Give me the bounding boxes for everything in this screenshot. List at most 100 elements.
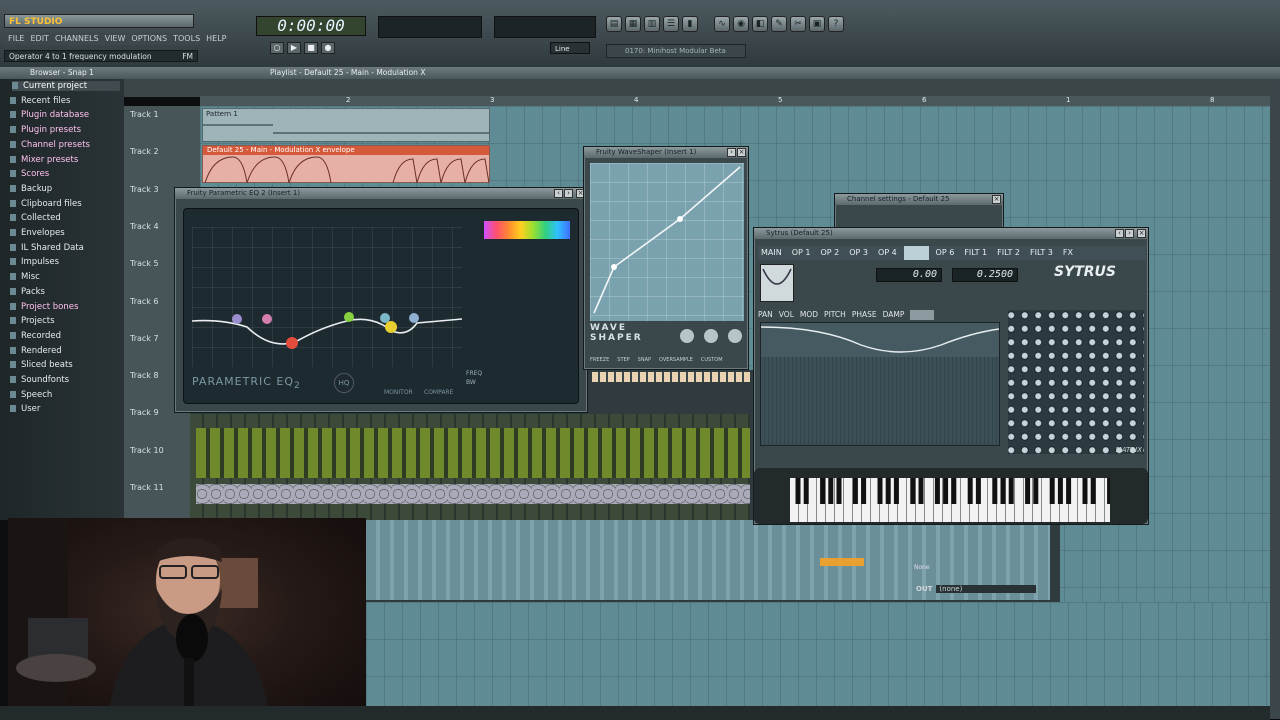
browser-item[interactable]: Backup — [10, 184, 52, 194]
vertical-scrollbar[interactable] — [1270, 79, 1280, 719]
sytrus-tab[interactable]: OP 3 — [846, 246, 871, 260]
song-time-display[interactable]: 0:00:00 — [256, 16, 366, 36]
black-key[interactable] — [992, 478, 998, 504]
track-label[interactable]: Track 1 — [130, 110, 159, 119]
freeze-button[interactable]: FREEZE — [590, 357, 609, 366]
track-label[interactable]: Track 4 — [130, 222, 159, 231]
menu-edit[interactable]: EDIT — [30, 33, 48, 45]
browser-icon[interactable]: ☰ — [663, 16, 679, 32]
sytrus-tab[interactable]: OP 1 — [789, 246, 814, 260]
arrow-icon[interactable]: ‹ — [554, 189, 563, 198]
black-key[interactable] — [934, 478, 940, 504]
black-key[interactable] — [967, 478, 973, 504]
sytrus-tab[interactable]: FX — [1060, 246, 1076, 260]
sytrus-value-display[interactable]: 0.00 — [876, 268, 942, 282]
browser-item[interactable]: Plugin database — [10, 110, 89, 120]
browser-item[interactable]: Scores — [10, 169, 49, 179]
sytrus-env-tab[interactable]: PHASE — [852, 310, 877, 320]
mix-knob[interactable] — [704, 329, 718, 343]
sytrus-tab[interactable]: MAIN — [758, 246, 785, 260]
sytrus-env-tab[interactable]: PITCH — [824, 310, 846, 320]
mixer-icon[interactable]: ▮ — [682, 16, 698, 32]
piano-roll-icon[interactable]: ▥ — [644, 16, 660, 32]
black-key[interactable] — [1057, 478, 1063, 504]
browser-item[interactable]: Packs — [10, 287, 45, 297]
snap-select[interactable]: Line — [550, 42, 590, 54]
black-key[interactable] — [1033, 478, 1039, 504]
sytrus-tab[interactable]: OP 6 — [933, 246, 958, 260]
step-sequencer-icon[interactable]: ▦ — [625, 16, 641, 32]
browser-item[interactable]: Collected — [10, 213, 61, 223]
black-key[interactable] — [893, 478, 899, 504]
browser-item[interactable]: Speech — [10, 390, 52, 400]
eq-band-node[interactable] — [385, 321, 397, 333]
black-key[interactable] — [820, 478, 826, 504]
eq-band-node[interactable] — [286, 337, 298, 349]
black-key[interactable] — [795, 478, 801, 504]
track-label[interactable]: Track 3 — [130, 185, 159, 194]
sytrus-env-tab[interactable]: DAMP — [883, 310, 905, 320]
oversample-button[interactable]: OVERSAMPLE — [659, 357, 693, 366]
eq-band-node[interactable] — [232, 314, 242, 324]
menu-file[interactable]: FILE — [8, 33, 24, 45]
arrow-icon[interactable]: ‹ — [1115, 229, 1124, 238]
black-key[interactable] — [877, 478, 883, 504]
envelope-editor[interactable] — [760, 322, 1000, 446]
browser-item[interactable]: Current project — [12, 81, 120, 91]
custom-button[interactable]: CUSTOM — [701, 357, 723, 366]
eq-band-faders[interactable] — [484, 221, 570, 239]
sytrus-tab[interactable]: FILT 1 — [961, 246, 990, 260]
hq-button[interactable]: HQ — [334, 373, 354, 393]
browser-item[interactable]: Recent files — [10, 96, 70, 106]
browser-item[interactable]: Recorded — [10, 331, 61, 341]
tools-icon[interactable]: ✂ — [790, 16, 806, 32]
fm-matrix[interactable] — [1008, 310, 1144, 454]
sytrus-env-tab[interactable]: MISC — [910, 310, 935, 320]
black-key[interactable] — [803, 478, 809, 504]
menu-view[interactable]: VIEW — [105, 33, 126, 45]
black-key[interactable] — [975, 478, 981, 504]
eq-title[interactable]: Fruity Parametric EQ 2 (Insert 1) — [175, 188, 587, 199]
black-key[interactable] — [836, 478, 842, 504]
track-label[interactable]: Track 9 — [130, 408, 159, 417]
pre-knob[interactable] — [680, 329, 694, 343]
mixer-pan-knobs[interactable] — [196, 484, 750, 504]
arrow-icon[interactable]: › — [564, 189, 573, 198]
browser-item[interactable]: Sliced beats — [10, 360, 73, 370]
play-button[interactable]: ▶ — [287, 42, 301, 54]
black-key[interactable] — [943, 478, 949, 504]
black-key[interactable] — [828, 478, 834, 504]
project-icon[interactable]: ◧ — [752, 16, 768, 32]
sytrus-title[interactable]: Sytrus (Default 25) — [754, 228, 1148, 239]
track-label[interactable]: Track 11 — [130, 483, 164, 492]
channel-settings-title[interactable]: Channel settings - Default 25 — [835, 194, 1003, 205]
browser-item[interactable]: Project bones — [10, 302, 78, 312]
eq-band-node[interactable] — [380, 313, 390, 323]
sytrus-tab[interactable]: OP 2 — [817, 246, 842, 260]
browser-item[interactable]: Projects — [10, 316, 55, 326]
monitor-button[interactable]: MONITOR — [384, 389, 413, 396]
playlist-icon[interactable]: ▤ — [606, 16, 622, 32]
black-key[interactable] — [1008, 478, 1014, 504]
eq-band-node[interactable] — [409, 313, 419, 323]
browser-item[interactable]: IL Shared Data — [10, 243, 84, 253]
playlist-grid-lower[interactable] — [366, 602, 1270, 706]
arrow-icon[interactable]: › — [1125, 229, 1134, 238]
track-label[interactable]: Track 10 — [130, 446, 164, 455]
track-label[interactable]: Track 5 — [130, 259, 159, 268]
black-key[interactable] — [852, 478, 858, 504]
step-button[interactable]: STEP — [617, 357, 629, 366]
browser-item[interactable]: Mixer presets — [10, 155, 78, 165]
sytrus-tab[interactable]: FILT 3 — [1027, 246, 1056, 260]
black-key[interactable] — [1090, 478, 1096, 504]
black-key[interactable] — [885, 478, 891, 504]
sytrus-tab[interactable]: OP 4 — [875, 246, 900, 260]
menu-help[interactable]: HELP — [206, 33, 226, 45]
menu-channels[interactable]: CHANNELS — [55, 33, 99, 45]
post-knob[interactable] — [728, 329, 742, 343]
out-select[interactable]: (none) — [936, 585, 1037, 593]
compare-button[interactable]: COMPARE — [424, 389, 453, 396]
piano-keyboard[interactable] — [790, 478, 1110, 522]
track-label[interactable]: Track 2 — [130, 147, 159, 156]
black-key[interactable] — [1082, 478, 1088, 504]
